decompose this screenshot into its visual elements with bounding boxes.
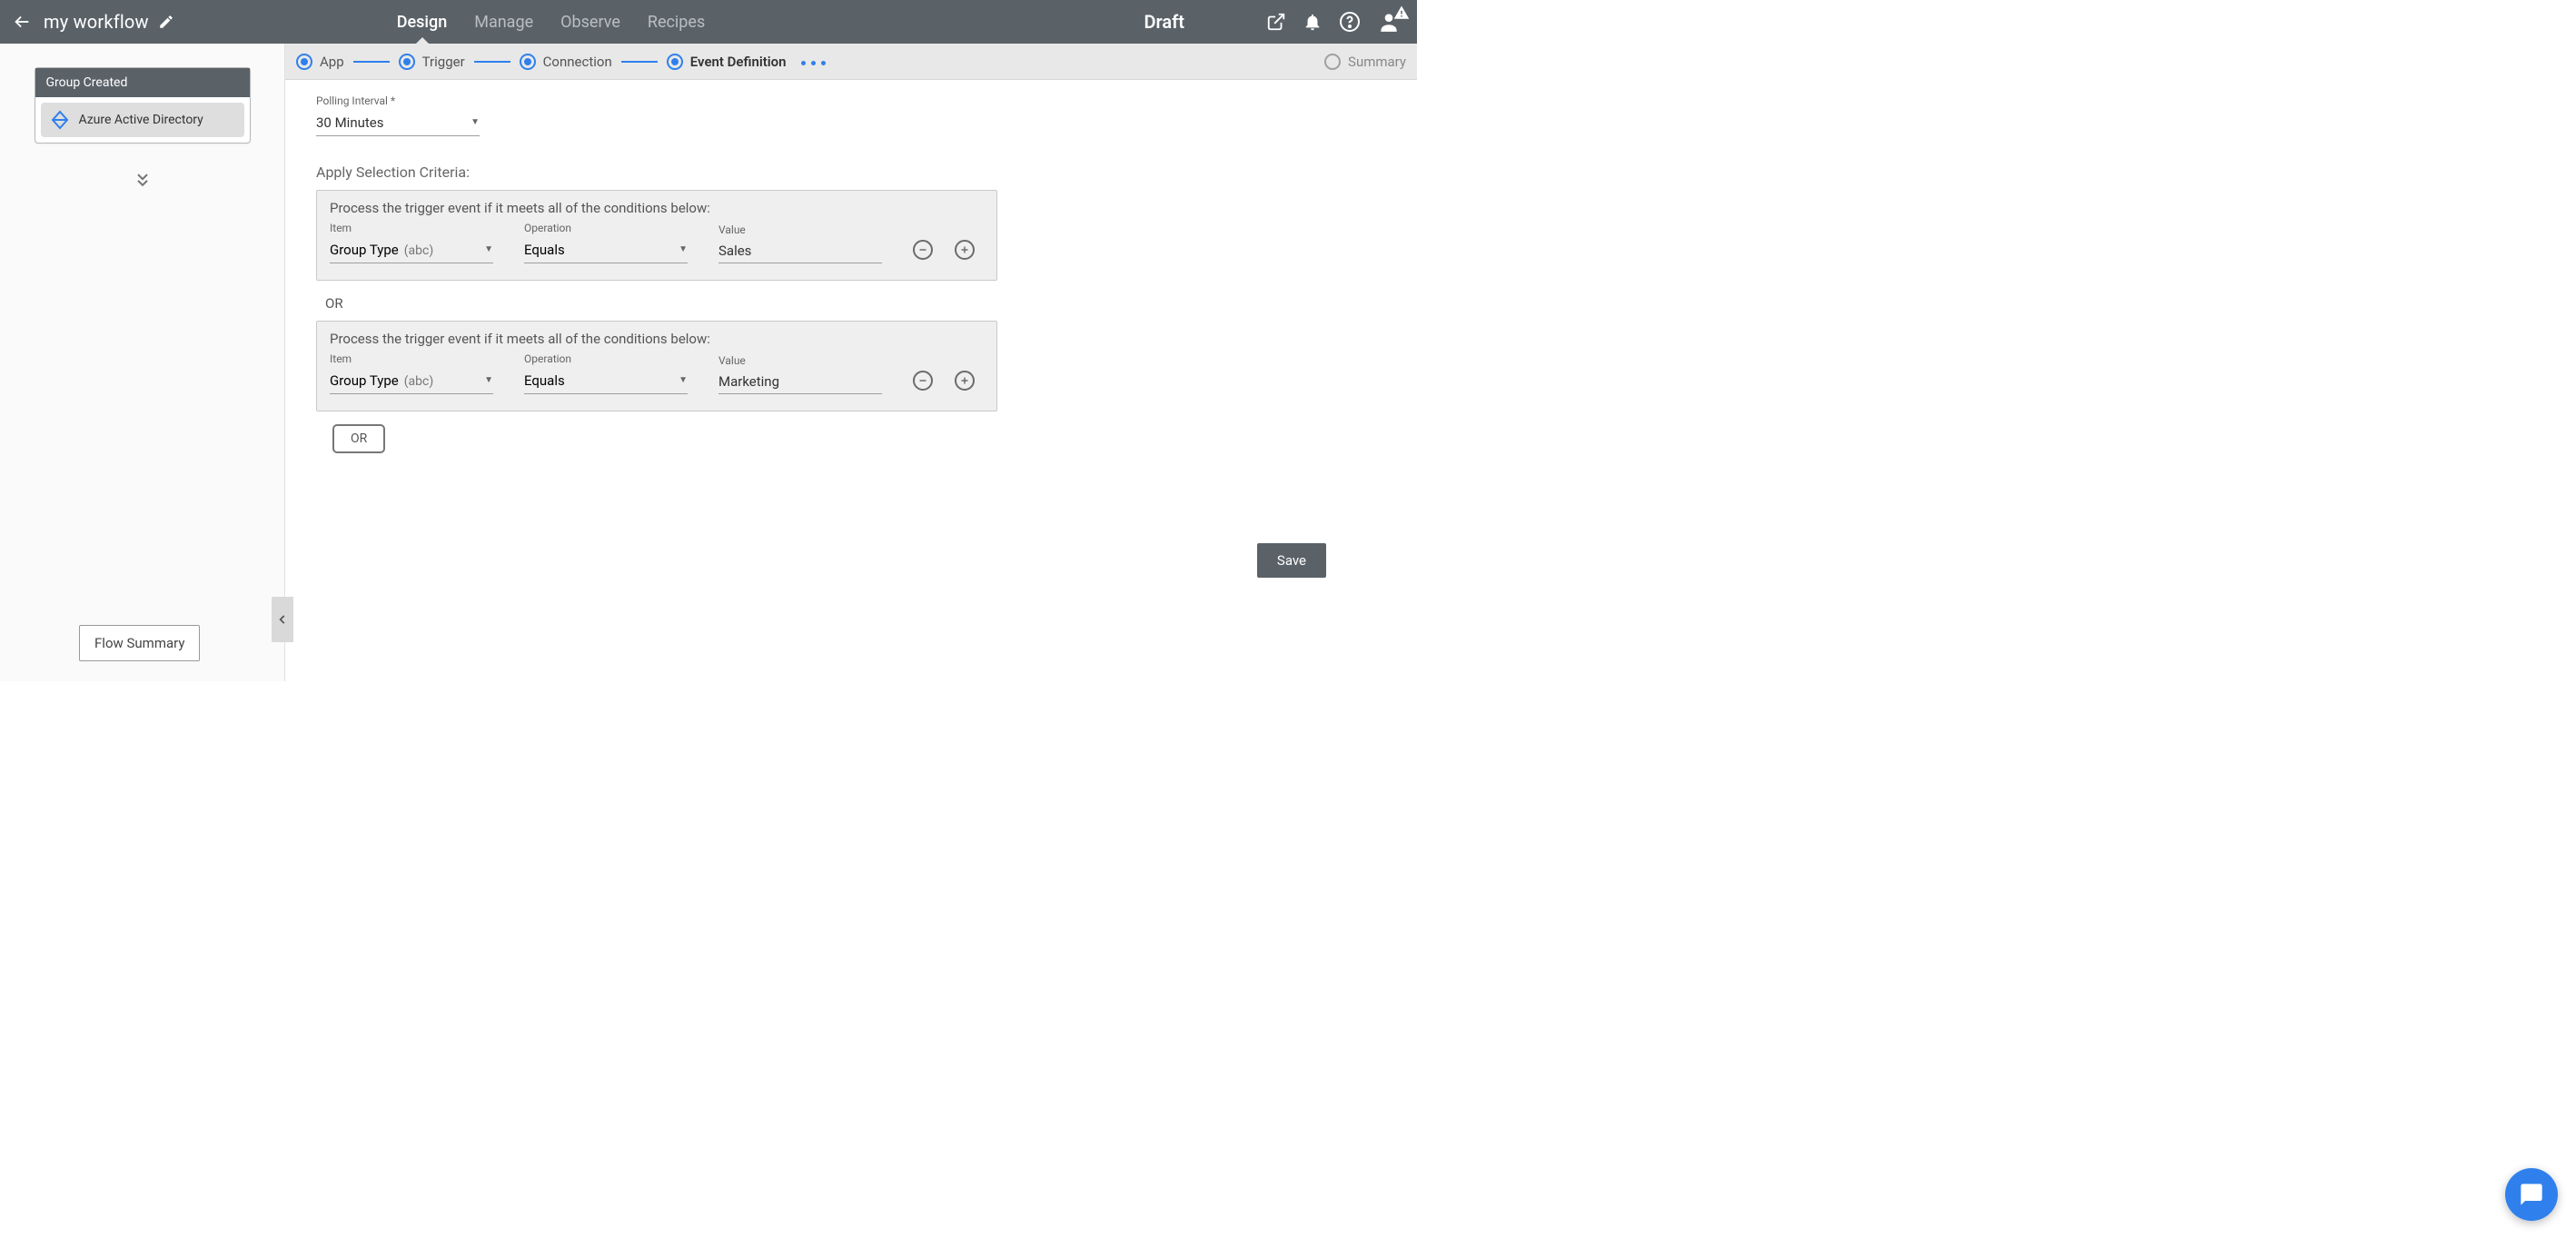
polling-interval-label: Polling Interval xyxy=(316,94,1386,107)
add-row-icon[interactable] xyxy=(955,240,975,260)
dropdown-caret-icon: ▼ xyxy=(679,375,688,385)
step-eventdef-label: Event Definition xyxy=(690,54,787,70)
step-connection[interactable]: Connection xyxy=(520,54,612,70)
step-app[interactable]: App xyxy=(296,54,344,70)
polling-interval-value: 30 Minutes xyxy=(316,114,383,131)
item-value: Group Type xyxy=(330,372,399,389)
bell-icon[interactable] xyxy=(1303,12,1323,32)
tab-recipes[interactable]: Recipes xyxy=(648,0,705,44)
stepper: App Trigger Connection Event Definition … xyxy=(285,44,1417,80)
operation-select[interactable]: Equals ▼ xyxy=(524,367,688,394)
item-value: Group Type xyxy=(330,242,399,258)
tab-manage[interactable]: Manage xyxy=(474,0,533,44)
collapse-sidebar-icon[interactable] xyxy=(272,597,293,642)
criteria-heading: Process the trigger event if it meets al… xyxy=(330,331,984,347)
step-summary[interactable]: Summary xyxy=(1324,54,1406,70)
add-or-button[interactable]: OR xyxy=(332,424,385,453)
step-trigger[interactable]: Trigger xyxy=(399,54,465,70)
criteria-group-2: Process the trigger event if it meets al… xyxy=(316,321,997,411)
open-external-icon[interactable] xyxy=(1266,12,1286,32)
user-alert-icon[interactable] xyxy=(1377,10,1401,34)
status-badge: Draft xyxy=(1144,11,1184,33)
remove-row-icon[interactable] xyxy=(913,371,933,391)
node-app-label: Azure Active Directory xyxy=(79,113,203,127)
value-label: Value xyxy=(718,354,882,367)
step-app-label: App xyxy=(320,54,344,70)
expand-down-icon[interactable] xyxy=(134,171,152,193)
edit-title-icon[interactable] xyxy=(158,14,174,30)
step-summary-label: Summary xyxy=(1348,54,1406,70)
value-input[interactable] xyxy=(718,238,882,263)
value-input[interactable] xyxy=(718,369,882,394)
step-trigger-label: Trigger xyxy=(422,54,465,70)
operation-value: Equals xyxy=(524,372,565,389)
criteria-row: Item Group Type (abc) ▼ Operation Equals … xyxy=(330,222,984,263)
step-event-definition[interactable]: Event Definition xyxy=(667,54,787,70)
item-label: Item xyxy=(330,352,493,365)
remove-row-icon[interactable] xyxy=(913,240,933,260)
item-type-hint: (abc) xyxy=(404,243,433,258)
save-button[interactable]: Save xyxy=(1257,543,1326,578)
operation-label: Operation xyxy=(524,352,688,365)
item-label: Item xyxy=(330,222,493,234)
dropdown-caret-icon: ▼ xyxy=(471,117,480,127)
back-arrow-icon[interactable] xyxy=(0,12,44,32)
item-select[interactable]: Group Type (abc) ▼ xyxy=(330,367,493,394)
workflow-title: my workflow xyxy=(44,11,149,33)
node-app-row[interactable]: Azure Active Directory xyxy=(41,103,244,137)
operation-select[interactable]: Equals ▼ xyxy=(524,236,688,263)
main-panel: App Trigger Connection Event Definition … xyxy=(285,44,1417,681)
value-label: Value xyxy=(718,223,882,236)
chat-fab-icon[interactable] xyxy=(2505,1168,2558,1221)
sidebar: Group Created Azure Active Directory Flo… xyxy=(0,44,285,681)
item-type-hint: (abc) xyxy=(404,374,433,389)
add-row-icon[interactable] xyxy=(955,371,975,391)
dropdown-caret-icon: ▼ xyxy=(679,244,688,254)
help-icon[interactable] xyxy=(1339,11,1361,33)
step-connection-label: Connection xyxy=(543,54,612,70)
node-title: Group Created xyxy=(35,68,250,97)
criteria-section-title: Apply Selection Criteria: xyxy=(316,164,1386,181)
criteria-heading: Process the trigger event if it meets al… xyxy=(330,200,984,216)
tab-design[interactable]: Design xyxy=(397,0,447,44)
main-tabs: Design Manage Observe Recipes xyxy=(397,0,705,44)
criteria-row: Item Group Type (abc) ▼ Operation Equals … xyxy=(330,352,984,394)
top-icon-group xyxy=(1266,10,1401,34)
dropdown-caret-icon: ▼ xyxy=(484,375,493,385)
operation-label: Operation xyxy=(524,222,688,234)
criteria-group-1: Process the trigger event if it meets al… xyxy=(316,190,997,281)
azure-ad-icon xyxy=(48,108,72,132)
item-select[interactable]: Group Type (abc) ▼ xyxy=(330,236,493,263)
flow-summary-button[interactable]: Flow Summary xyxy=(79,625,200,661)
polling-interval-select[interactable]: 30 Minutes ▼ xyxy=(316,109,480,136)
or-separator: OR xyxy=(325,295,1386,312)
form-area: Polling Interval 30 Minutes ▼ Apply Sele… xyxy=(285,80,1417,681)
topbar: my workflow Design Manage Observe Recipe… xyxy=(0,0,1417,44)
operation-value: Equals xyxy=(524,242,565,258)
dropdown-caret-icon: ▼ xyxy=(484,244,493,254)
node-card[interactable]: Group Created Azure Active Directory xyxy=(35,67,251,144)
tab-observe[interactable]: Observe xyxy=(560,0,620,44)
